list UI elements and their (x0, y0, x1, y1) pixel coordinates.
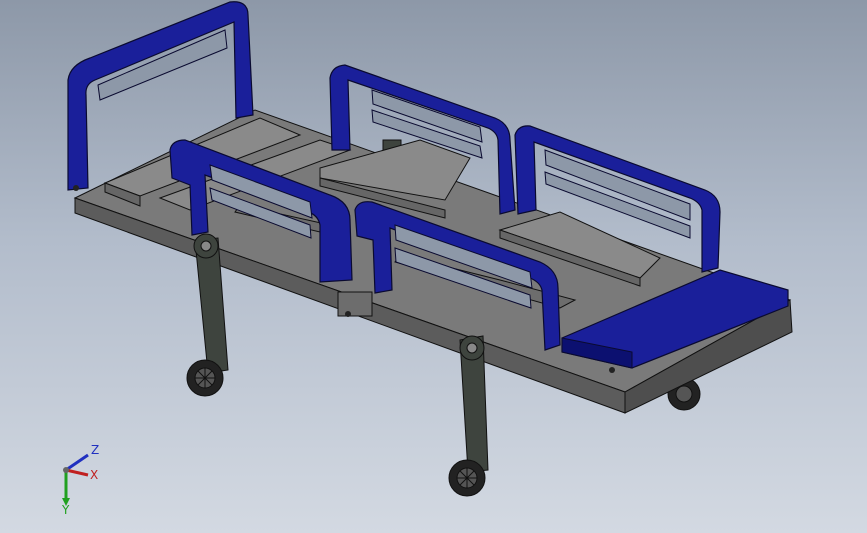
z-axis-label: Z (91, 443, 99, 457)
front-right-caster[interactable] (448, 335, 489, 497)
orientation-triad[interactable]: Z X Y (61, 443, 99, 517)
x-axis-label: X (90, 468, 98, 482)
model-canvas[interactable]: Z X Y (0, 0, 867, 533)
x-axis-arrow (65, 468, 89, 477)
cad-viewport[interactable]: Z X Y (0, 0, 867, 533)
z-axis-arrow (65, 453, 89, 472)
center-latch[interactable] (337, 291, 373, 317)
y-axis-label: Y (61, 503, 70, 517)
